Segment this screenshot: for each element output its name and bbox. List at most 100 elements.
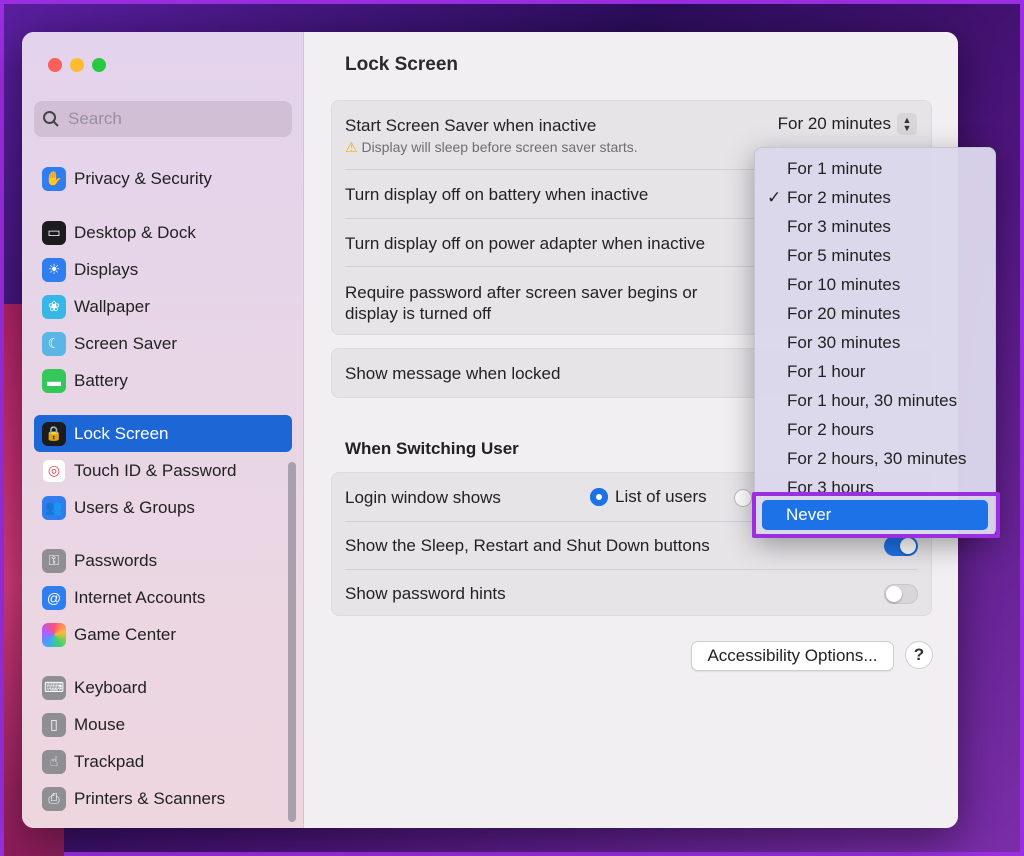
password-label-line1: Require password after screen saver begi…: [345, 283, 698, 302]
flower-icon: ❀: [42, 294, 66, 319]
sidebar-item-passwords[interactable]: ⚿ Passwords: [34, 542, 292, 579]
sidebar-item-label: Internet Accounts: [74, 587, 206, 607]
dock-icon: ▭: [42, 220, 66, 245]
keyboard-icon: ⌨: [42, 675, 66, 700]
sidebar-item-label: Passwords: [74, 550, 158, 570]
at-icon: @: [42, 585, 66, 610]
menu-item[interactable]: For 2 hours, 30 minutes: [787, 444, 967, 473]
screen-saver-label: Start Screen Saver when inactive: [345, 116, 597, 135]
menu-item[interactable]: For 10 minutes: [787, 270, 900, 299]
screensaver-icon: ☾: [42, 331, 66, 356]
hand-icon: ✋: [42, 166, 66, 191]
search-input[interactable]: [68, 109, 268, 129]
page-title: Lock Screen: [345, 54, 458, 75]
trackpad-icon: ☝: [42, 749, 66, 774]
sidebar-item-label: Touch ID & Password: [74, 460, 237, 480]
zoom-button[interactable]: [92, 58, 106, 72]
help-button[interactable]: ?: [905, 641, 933, 669]
divider: [345, 569, 918, 570]
warning-icon: ⚠: [345, 139, 358, 155]
sidebar-item-label: Users & Groups: [74, 497, 195, 517]
sidebar-item-label: Wallpaper: [74, 296, 150, 316]
message-label: Show message when locked: [345, 364, 561, 383]
password-hints-toggle[interactable]: [884, 584, 918, 604]
password-label-line2: display is turned off: [345, 304, 492, 323]
sidebar-item-screen-saver[interactable]: ☾ Screen Saver: [34, 325, 292, 362]
users-icon: 👥: [42, 495, 66, 520]
game-center-icon: [42, 622, 66, 647]
accessibility-options-button[interactable]: Accessibility Options...: [691, 641, 894, 671]
sidebar-item-label: Printers & Scanners: [74, 788, 226, 808]
sidebar-item-mouse[interactable]: ▯ Mouse: [34, 706, 292, 743]
login-window-label: Login window shows: [345, 488, 501, 507]
sidebar-item-privacy[interactable]: ✋ Privacy & Security: [34, 160, 292, 197]
radio-selected: [590, 488, 608, 506]
printer-icon: ⎙: [42, 786, 66, 811]
sidebar-item-printers[interactable]: ⎙ Printers & Scanners: [34, 780, 292, 817]
sidebar-list: ✋ Privacy & Security ▭ Desktop & Dock ☀ …: [34, 150, 292, 820]
chevron-updown-icon: ▲ ▼: [897, 113, 917, 135]
name-and-password-radio[interactable]: [734, 489, 752, 507]
screen-saver-warning: ⚠ Display will sleep before screen saver…: [345, 139, 638, 156]
sidebar-item-label: Lock Screen: [74, 423, 169, 443]
window-controls: [48, 58, 106, 72]
sidebar-item-users-groups[interactable]: 👥 Users & Groups: [34, 489, 292, 526]
fingerprint-icon: ◎: [42, 458, 66, 483]
close-button[interactable]: [48, 58, 62, 72]
password-hints-label: Show password hints: [345, 584, 506, 603]
menu-item[interactable]: For 2 minutes: [787, 183, 891, 212]
search-icon: [43, 111, 59, 127]
menu-item[interactable]: For 5 minutes: [787, 241, 891, 270]
sidebar-item-label: Battery: [74, 370, 128, 390]
screen-saver-value: For 20 minutes: [777, 114, 891, 133]
sidebar-item-trackpad[interactable]: ☝ Trackpad: [34, 743, 292, 780]
switching-user-title: When Switching User: [345, 439, 519, 458]
sidebar-item-label: Game Center: [74, 624, 177, 644]
lock-icon: 🔒: [42, 421, 66, 446]
sidebar-item-label: Trackpad: [74, 751, 145, 771]
sidebar-item-label: Keyboard: [74, 677, 147, 697]
power-label: Turn display off on power adapter when i…: [345, 234, 706, 253]
sidebar-item-label: Displays: [74, 259, 139, 279]
menu-item[interactable]: For 1 minute: [787, 154, 882, 183]
sidebar-item-label: Desktop & Dock: [74, 222, 196, 242]
sidebar-item-wallpaper[interactable]: ❀ Wallpaper: [34, 288, 292, 325]
menu-item[interactable]: For 3 minutes: [787, 212, 891, 241]
sidebar-item-label: Screen Saver: [74, 333, 177, 353]
password-label: Require password after screen saver begi…: [345, 282, 697, 324]
menu-item[interactable]: For 2 hours: [787, 415, 874, 444]
list-of-users-label: List of users: [615, 487, 707, 506]
sidebar-item-lock-screen[interactable]: 🔒 Lock Screen: [34, 415, 292, 452]
menu-item[interactable]: For 20 minutes: [787, 299, 900, 328]
minimize-button[interactable]: [70, 58, 84, 72]
sidebar-item-game-center[interactable]: Game Center: [34, 616, 292, 653]
menu-item[interactable]: For 30 minutes: [787, 328, 900, 357]
menu-item[interactable]: For 1 hour, 30 minutes: [787, 386, 957, 415]
sun-icon: ☀: [42, 257, 66, 282]
sleep-buttons-toggle[interactable]: [884, 536, 918, 556]
sidebar-scrollbar[interactable]: [288, 462, 296, 822]
mouse-icon: ▯: [42, 712, 66, 737]
key-icon: ⚿: [42, 548, 66, 573]
list-of-users-radio[interactable]: List of users: [590, 487, 707, 507]
menu-item[interactable]: For 1 hour: [787, 357, 865, 386]
search-field[interactable]: [34, 101, 292, 137]
sidebar: ✋ Privacy & Security ▭ Desktop & Dock ☀ …: [22, 32, 304, 828]
sidebar-item-internet-accounts[interactable]: @ Internet Accounts: [34, 579, 292, 616]
sidebar-item-keyboard[interactable]: ⌨ Keyboard: [34, 669, 292, 706]
screen-saver-popup[interactable]: For 20 minutes ▲ ▼: [778, 113, 917, 135]
warning-text: Display will sleep before screen saver s…: [361, 139, 638, 155]
sidebar-item-label: Privacy & Security: [74, 168, 212, 188]
battery-icon: ▬: [42, 368, 66, 393]
sidebar-item-touch-id[interactable]: ◎ Touch ID & Password: [34, 452, 292, 489]
checkmark-icon: ✓: [767, 188, 782, 207]
sidebar-item-desktop-dock[interactable]: ▭ Desktop & Dock: [34, 214, 292, 251]
sidebar-item-battery[interactable]: ▬ Battery: [34, 362, 292, 399]
battery-label: Turn display off on battery when inactiv…: [345, 185, 649, 204]
sidebar-item-displays[interactable]: ☀ Displays: [34, 251, 292, 288]
screen-saver-row: Start Screen Saver when inactive ⚠ Displ…: [345, 116, 638, 156]
sleep-buttons-label: Show the Sleep, Restart and Shut Down bu…: [345, 536, 710, 555]
menu-item-never[interactable]: Never: [762, 500, 988, 530]
sidebar-item-label: Mouse: [74, 714, 126, 734]
timeout-dropdown-menu: ✓ For 1 minute For 2 minutes For 3 minut…: [754, 147, 996, 537]
